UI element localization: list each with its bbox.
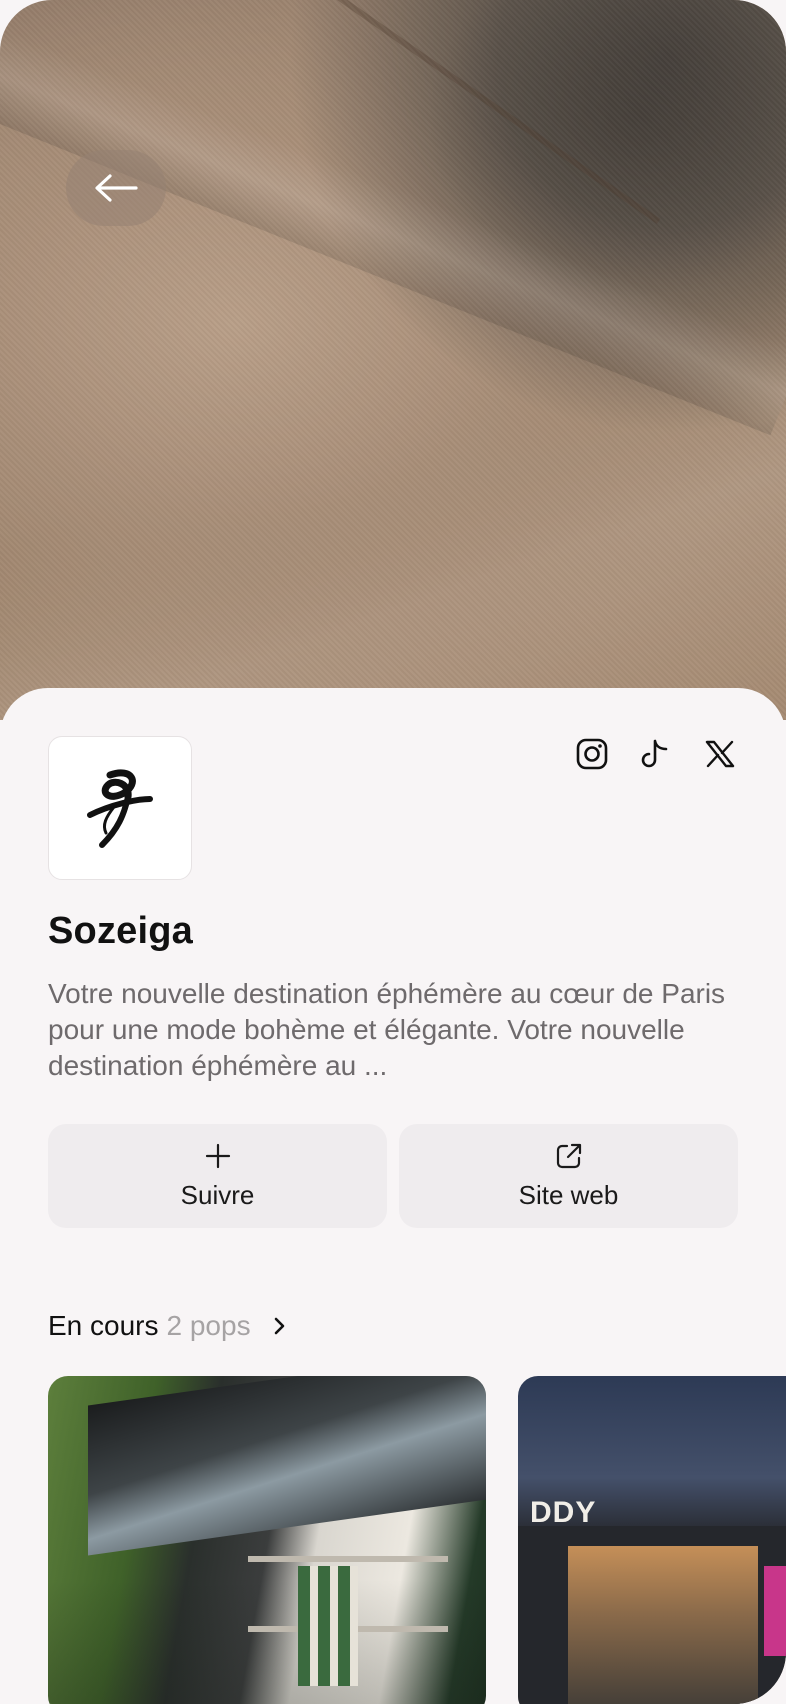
- chevron-right-icon: [274, 1317, 284, 1335]
- follow-label: Suivre: [180, 1179, 255, 1210]
- section-title: En cours: [48, 1310, 159, 1341]
- follow-button[interactable]: Suivre: [48, 1124, 387, 1228]
- social-links: [574, 736, 738, 772]
- plus-icon: [205, 1143, 230, 1168]
- current-pops-header[interactable]: En cours 2 pops: [48, 1310, 289, 1342]
- pop-card-1[interactable]: [48, 1376, 486, 1704]
- action-buttons: Suivre Site web: [48, 1124, 738, 1228]
- brand-description: Votre nouvelle destination éphémère au c…: [48, 978, 726, 1081]
- instagram-link[interactable]: [574, 736, 610, 772]
- brush-stroke-logo: [87, 769, 153, 848]
- brand-name: Sozeiga: [48, 910, 193, 952]
- pop-card-2[interactable]: DDY: [518, 1376, 786, 1704]
- section-count: 2 pops: [166, 1310, 251, 1341]
- hero-image: [0, 0, 786, 720]
- brand-sheet: Sozeiga Votre nouvelle destination éphém…: [0, 688, 786, 1704]
- card-sign: DDY: [530, 1496, 597, 1529]
- tiktok-link[interactable]: [638, 736, 674, 772]
- website-label: Site web: [518, 1179, 619, 1210]
- arrow-left-icon: [95, 174, 138, 202]
- back-button[interactable]: [66, 150, 166, 226]
- x-link[interactable]: [702, 736, 738, 772]
- external-link-icon: [556, 1143, 581, 1168]
- x-icon: [705, 740, 735, 768]
- tiktok-icon: [641, 739, 668, 768]
- website-button[interactable]: Site web: [399, 1124, 738, 1228]
- screen: Sozeiga Votre nouvelle destination éphém…: [0, 0, 786, 1704]
- brand-logo: [48, 736, 192, 880]
- instagram-icon: [576, 738, 608, 770]
